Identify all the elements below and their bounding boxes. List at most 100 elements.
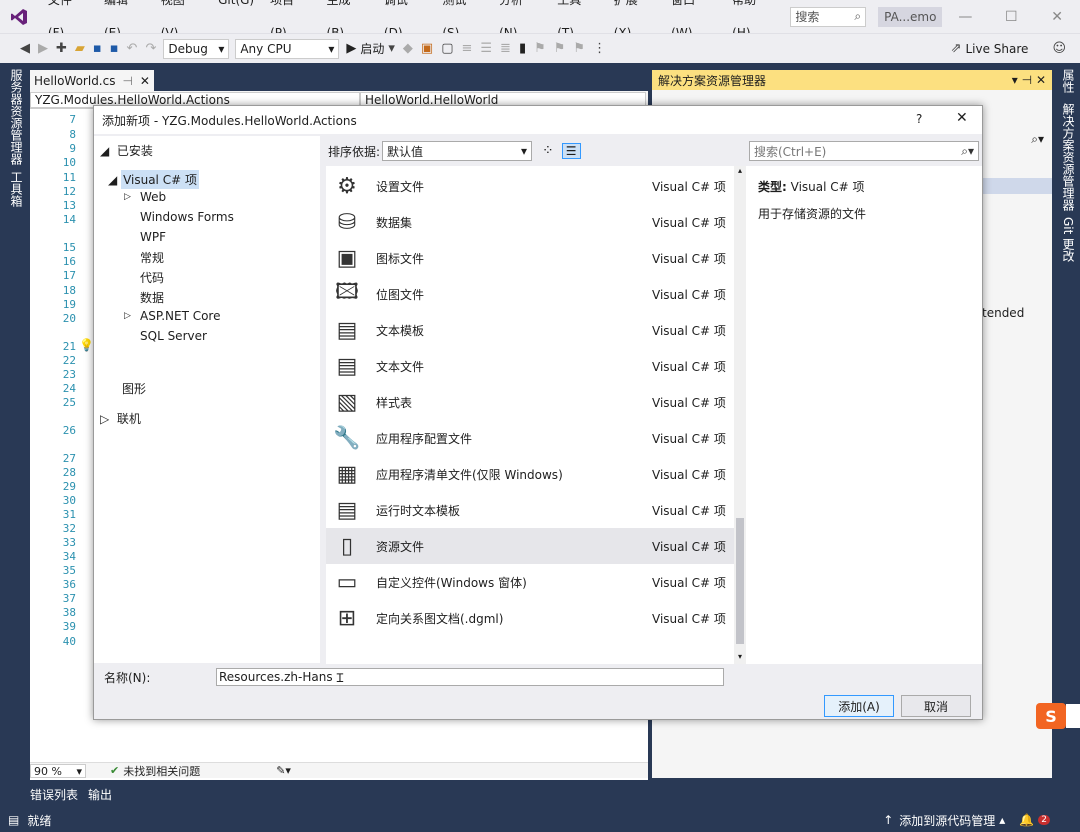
dialog-close-icon[interactable]: ✕ [956,110,968,126]
screenshot-icon[interactable]: ▢ [441,41,453,56]
template-item[interactable]: ⛁ 数据集 Visual C# 项 [326,204,734,240]
expand-icon[interactable]: ▷ [100,412,109,426]
pin-icon[interactable]: ⊣ [122,74,132,88]
comment-icon[interactable]: ≣ [500,41,511,56]
template-item[interactable]: ▭ 自定义控件(Windows 窗体) Visual C# 项 [326,564,734,600]
add-button[interactable]: 添加(A) [824,695,894,717]
align-icon[interactable]: ≡ [461,41,472,56]
forward-icon[interactable]: ▶ [38,41,48,56]
start-dropdown-icon[interactable]: ▾ [388,41,395,56]
dropdown-icon[interactable]: ▴ [999,813,1005,827]
dropdown-icon[interactable]: ▾ [1012,73,1018,87]
tree-node-installed[interactable]: ◢ 已安装 [100,142,153,159]
search-input[interactable]: 搜索 [795,8,819,25]
toolbox-tab[interactable]: 工具箱 [8,171,25,207]
bookmark-next-icon[interactable]: ⚑ [554,41,566,56]
live-share-icon[interactable]: ⇗ [951,41,962,56]
redo-icon[interactable]: ↷ [145,41,156,56]
feedback-icon[interactable]: ☺ [1052,41,1066,56]
collapse-icon[interactable]: ◢ [100,144,109,158]
open-folder-icon[interactable]: ▰ [75,41,85,56]
zoom-dropdown[interactable]: 90 % ▾ [30,763,86,778]
sort-dropdown[interactable]: 默认值 ▾ [382,141,533,161]
project-name[interactable]: PA...emo [878,6,943,27]
scroll-down-icon[interactable]: ▾ [734,652,746,662]
tree-node-csharp[interactable]: ◢ Visual C# 项 [108,170,199,189]
lightbulb-icon[interactable]: 💡 [79,338,94,352]
tree-node-partial[interactable]: tended [982,306,1024,320]
template-item[interactable]: ⚙ 设置文件 Visual C# 项 [326,168,734,204]
minimize-button[interactable]: — [942,9,988,25]
grid-view-icon[interactable]: ⁘ [542,143,554,159]
dialog-search-input[interactable]: 搜索(Ctrl+E) ⌕▾ [749,141,979,161]
notifications-icon[interactable]: 🔔 [1019,813,1034,827]
bookmark-prev-icon[interactable]: ⚑ [534,41,546,56]
tree-node-child[interactable]: 代码 [124,269,164,286]
format-icon[interactable]: ☰ [480,41,492,56]
visual-studio-logo-icon[interactable] [4,0,34,33]
expand-icon[interactable]: ▷ [124,311,140,321]
search-box[interactable]: 搜索 ⌕ [790,6,867,27]
scroll-thumb[interactable] [736,518,744,644]
bookmark-clear-icon[interactable]: ⚑ [573,41,585,56]
fire-icon[interactable]: ◆ [403,41,413,56]
back-icon[interactable]: ◀ [20,41,30,56]
tree-node-graphics[interactable]: 图形 [122,380,146,397]
save-icon[interactable]: ▪ [93,41,102,56]
tree-node-child[interactable]: 常规 [124,249,164,266]
source-control-up-icon[interactable]: ↑ [883,813,893,827]
tree-node-child[interactable]: ▷ Web [124,190,166,204]
git-changes-tab[interactable]: Git 更改 [1060,217,1077,262]
new-item-icon[interactable]: ✚ [56,41,67,56]
expand-icon[interactable]: ▷ [124,192,140,202]
template-item[interactable]: ▤ 运行时文本模板 Visual C# 项 [326,492,734,528]
bookmark-icon[interactable]: ▮ [519,41,526,56]
template-item[interactable]: ▧ 样式表 Visual C# 项 [326,384,734,420]
tree-node-child[interactable]: ▷ ASP.NET Core [124,309,220,323]
help-button[interactable]: ? [916,112,922,126]
live-share-button[interactable]: Live Share [965,42,1028,56]
properties-tab[interactable]: 属性 [1060,69,1077,93]
selected-node[interactable] [972,178,1052,194]
scroll-up-icon[interactable]: ▴ [734,166,746,176]
solution-explorer-tab[interactable]: 解决方案资源管理器 [1060,103,1077,211]
issues-status[interactable]: 未找到相关问题 [123,763,200,779]
tab-helloworld-cs[interactable]: HelloWorld.cs ⊣ ✕ [30,70,154,91]
tab-output[interactable]: 输出 [88,786,112,803]
template-item[interactable]: ▦ 应用程序清单文件(仅限 Windows) Visual C# 项 [326,456,734,492]
close-button[interactable]: ✕ [1034,9,1080,25]
search-icon[interactable]: ⌕▾ [961,144,974,159]
save-all-icon[interactable]: ▪ [110,41,119,56]
tree-node-child[interactable]: Windows Forms [124,210,234,224]
solution-search-icon[interactable]: ⌕▾ [1031,132,1044,147]
overflow-icon[interactable]: ⋮ [593,41,606,56]
add-to-source-control[interactable]: 添加到源代码管理 [899,812,995,829]
tab-error-list[interactable]: 错误列表 [30,786,78,803]
template-item[interactable]: ▣ 图标文件 Visual C# 项 [326,240,734,276]
close-icon[interactable]: ✕ [1036,73,1046,87]
configuration-dropdown[interactable]: Debug ▾ [163,38,230,59]
template-item[interactable]: ▤ 文本模板 Visual C# 项 [326,312,734,348]
undo-icon[interactable]: ↶ [127,41,138,56]
cancel-button[interactable]: 取消 [901,695,971,717]
tree-node-child[interactable]: 数据 [124,289,164,306]
template-item[interactable]: ⊞ 定向关系图文档(.dgml) Visual C# 项 [326,600,734,636]
template-list-scrollbar[interactable]: ▴ ▾ [734,166,746,664]
list-view-icon[interactable]: ☰ [561,143,581,159]
template-item[interactable]: ▯ 资源文件 Visual C# 项 [326,528,734,564]
platform-dropdown[interactable]: Any CPU ▾ [235,38,340,59]
server-explorer-tab[interactable]: 服务器资源管理器 [8,69,25,165]
tree-node-child[interactable]: WPF [124,230,166,244]
start-icon[interactable]: ▶ [346,41,356,56]
tree-node-child[interactable]: SQL Server [124,329,207,343]
start-button[interactable]: 启动 [360,40,384,57]
template-item[interactable]: 🖾 位图文件 Visual C# 项 [326,276,734,312]
template-item[interactable]: ▤ 文本文件 Visual C# 项 [326,348,734,384]
template-item[interactable]: 🔧 应用程序配置文件 Visual C# 项 [326,420,734,456]
collapse-icon[interactable]: ◢ [108,173,117,187]
browse-icon[interactable]: ▣ [421,41,433,56]
code-cleanup-icon[interactable]: ✎▾ [276,764,291,777]
ime-toolbar[interactable] [1066,704,1080,728]
ime-s-icon[interactable]: S [1036,703,1066,729]
tab-close-icon[interactable]: ✕ [140,74,150,88]
